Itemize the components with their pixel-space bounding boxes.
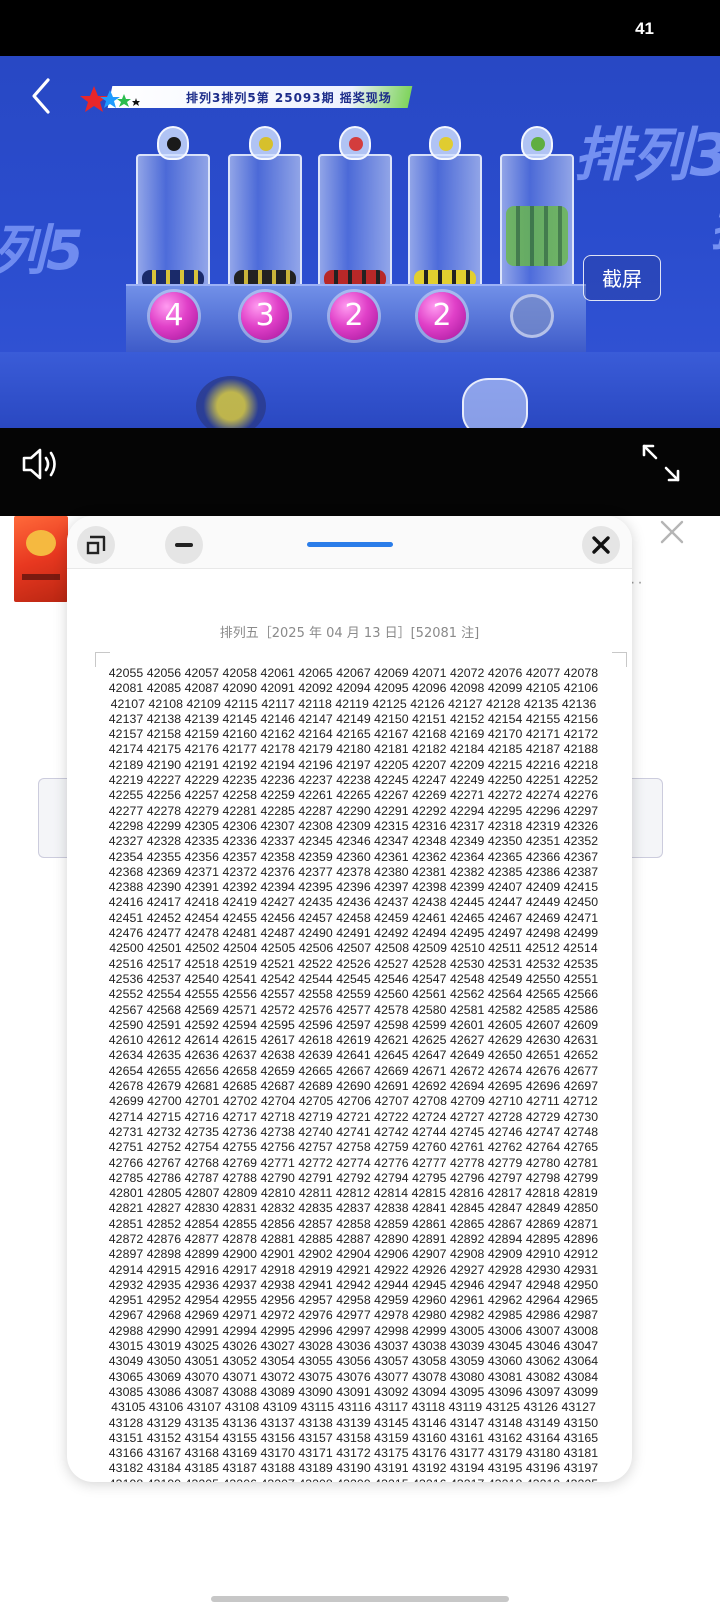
number-row: 42699 42700 42701 42702 42704 42705 4270… [109,1094,598,1109]
home-indicator[interactable] [211,1596,509,1602]
floating-document-window: 排列五［2025 年 04 月 13 日］[52081 注] 42055 420… [67,516,632,1482]
number-row: 42801 42805 42807 42809 42810 42811 4281… [109,1186,598,1201]
number-row: 42897 42898 42899 42900 42901 42902 4290… [108,1247,599,1262]
ad-thumbnail-figure [26,530,56,556]
more-dots-icon[interactable]: ·· [630,574,645,592]
number-row: 42951 42952 42954 42955 42956 42957 4295… [108,1293,599,1308]
number-row: 42277 42278 42279 42281 42285 42287 4229… [108,803,599,818]
page-corner-mark-left [95,652,110,667]
number-row: 42327 42328 42335 42336 42337 42345 4234… [108,834,599,849]
draw-machine-3 [318,126,392,296]
number-row: 42751 42752 42754 42755 42756 42757 4275… [108,1140,599,1155]
ad-thumbnail-banner [22,574,60,580]
number-row: 42219 42227 42229 42235 42236 42237 4223… [108,773,599,788]
video-controls-bar [0,428,720,516]
number-row: 43015 43019 43025 43026 43027 43028 4303… [108,1339,599,1354]
number-row: 42255 42256 42257 42258 42259 42261 4226… [108,788,599,803]
number-row: 42821 42827 42830 42831 42832 42835 4283… [108,1201,599,1216]
floating-window-header [67,516,632,569]
number-row: 43105 43106 43107 43108 43109 43115 4311… [111,1400,596,1415]
number-row: 43085 43086 43087 43088 43089 43090 4309… [108,1384,599,1399]
number-row: 42107 42108 42109 42115 42117 42118 4211… [110,696,597,711]
close-button[interactable] [582,526,620,564]
number-row: 42157 42158 42159 42160 42162 42164 4216… [108,727,599,742]
number-row: 42932 42935 42936 42937 42938 42941 4294… [108,1277,599,1292]
number-row: 42476 42477 42478 42481 42487 42490 4249… [108,926,599,941]
result-ball-1: 4 [150,292,198,340]
number-row: 42851 42852 42854 42855 42856 42857 4285… [108,1216,599,1231]
number-row: 43151 43152 43154 43155 43156 43157 4315… [108,1430,599,1445]
number-row: 42590 42591 42592 42594 42595 42596 4259… [108,1017,599,1032]
number-row: 43198 43199 43205 43206 43207 43208 4320… [95,1477,612,1482]
number-row: 43128 43129 43135 43136 43137 43138 4313… [108,1415,599,1430]
video-player[interactable]: 排列3 排 列5 排列3排列5第 25093期 摇奖现场 4 3 2 2 [0,56,720,516]
result-ball-4: 2 [418,292,466,340]
lottery-banner: 排列3排列5第 25093期 摇奖现场 [80,80,415,114]
status-bar: 41 [0,0,720,56]
number-row: 42137 42138 42139 42145 42146 42147 4214… [108,711,599,726]
picture-in-picture-button[interactable] [77,526,115,564]
number-row: 42189 42190 42191 42192 42194 42196 4219… [108,757,599,772]
number-row: 42368 42369 42371 42372 42376 42377 4237… [108,864,599,879]
minimize-button[interactable] [165,526,203,564]
stage-floor [0,352,720,432]
number-row: 42500 42501 42502 42504 42505 42506 4250… [109,941,598,956]
number-row: 42081 42085 42087 42090 42091 42092 4209… [108,681,599,696]
number-row: 42416 42417 42418 42419 42427 42435 4243… [108,895,599,910]
screenshot-button[interactable]: 截屏 [583,255,661,301]
number-row: 42516 42517 42518 42519 42521 42522 4252… [108,956,599,971]
result-ball-5-empty [510,294,554,338]
number-row: 43065 43069 43070 43071 43072 43075 4307… [108,1369,599,1384]
document-title: 排列五［2025 年 04 月 13 日］[52081 注] [219,626,480,641]
ad-thumbnail[interactable] [14,516,68,602]
number-row: 42714 42715 42716 42717 42718 42719 4272… [108,1109,599,1124]
number-row: 43182 43184 43185 43187 43188 43189 4319… [108,1461,599,1476]
number-row: 42388 42390 42391 42392 42394 42395 4239… [108,880,599,895]
stage-backdrop-text-right-2: 排 [710,188,720,260]
draw-machine-4 [408,126,482,296]
number-row: 42354 42355 42356 42357 42358 42359 4236… [108,849,599,864]
result-ball-2: 3 [241,292,289,340]
close-icon [592,536,610,554]
floor-machine-left [196,376,266,436]
number-row: 42174 42175 42176 42177 42178 42179 4218… [108,742,599,757]
stage-backdrop-text-right: 排列3 [573,121,720,189]
number-row: 42552 42554 42555 42556 42557 42558 4255… [108,987,599,1002]
number-row: 42567 42568 42569 42571 42572 42576 4257… [108,1002,599,1017]
draw-machine-1 [136,126,210,296]
number-row: 42678 42679 42681 42685 42687 42689 4269… [108,1079,599,1094]
number-row: 42731 42732 42735 42736 42738 42740 4274… [108,1124,599,1139]
number-row: 42967 42968 42969 42971 42972 42976 4297… [108,1308,599,1323]
number-row: 42451 42452 42454 42455 42456 42457 4245… [108,910,599,925]
number-row: 42654 42655 42656 42658 42659 42665 4266… [108,1063,599,1078]
number-row: 42610 42612 42614 42615 42617 42618 4261… [108,1033,599,1048]
draw-machine-5 [500,126,574,296]
number-row: 42298 42299 42305 42306 42307 42308 4230… [108,818,599,833]
number-row: 42914 42915 42916 42917 42918 42919 4292… [108,1262,599,1277]
number-row: 42634 42635 42636 42637 42638 42639 4264… [108,1048,599,1063]
page-corner-mark-right [612,652,627,667]
stage-backdrop-text-left: 列5 [0,219,84,282]
drag-handle[interactable] [307,542,393,547]
number-row: 42872 42876 42877 42878 42881 42885 4288… [108,1231,599,1246]
picture-in-picture-icon [86,535,106,555]
background-card-right [632,778,663,858]
volume-icon[interactable] [20,444,60,484]
number-row: 43166 43167 43168 43169 43170 43171 4317… [108,1446,599,1461]
number-row: 42988 42990 42991 42994 42995 42996 4299… [108,1323,599,1338]
number-row: 42055 42056 42057 42058 42061 42065 4206… [108,666,599,680]
number-row: 42766 42767 42768 42769 42771 42772 4277… [108,1155,599,1170]
number-row: 43049 43050 43051 43052 43054 43055 4305… [108,1354,599,1369]
banner-title: 排列3排列5第 25093期 摇奖现场 [186,91,392,105]
number-row: 42536 42537 42540 42541 42542 42544 4254… [108,971,599,986]
draw-machine-2 [228,126,302,296]
number-list[interactable]: 42055 42056 42057 42058 42061 42065 4206… [95,666,612,1482]
back-icon[interactable] [24,76,64,116]
result-ball-3: 2 [330,292,378,340]
number-row: 42785 42786 42787 42788 42790 42791 4279… [108,1170,599,1185]
fullscreen-icon[interactable] [640,442,682,484]
lottery-logo-icon [80,86,140,112]
close-icon[interactable] [656,516,688,548]
status-time: 41 [635,19,654,38]
